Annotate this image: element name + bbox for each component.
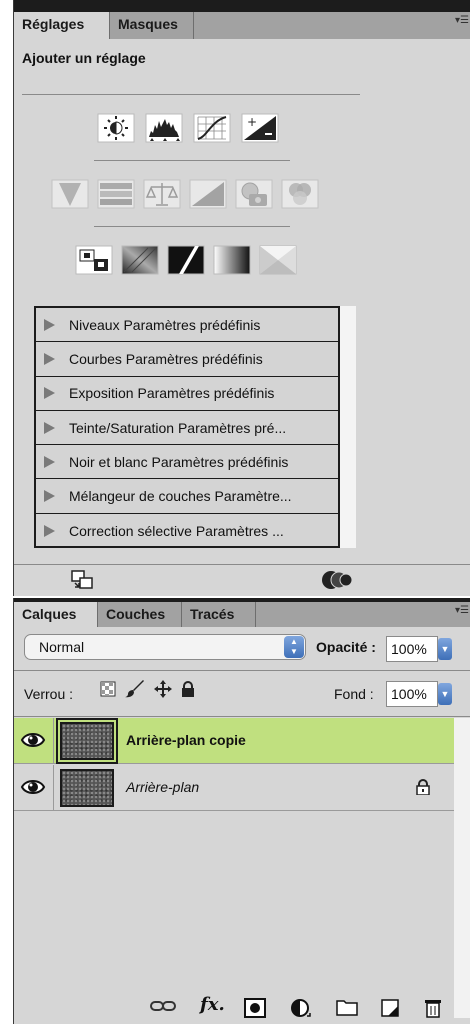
preset-item-noir-blanc[interactable]: Noir et blanc Paramètres prédéfinis: [36, 445, 338, 480]
preset-item-teinte-saturation[interactable]: Teinte/Saturation Paramètres pré...: [36, 411, 338, 446]
eye-visibility-icon[interactable]: [20, 777, 46, 802]
adjustments-tabbar: Réglages Masques ▾☰: [14, 0, 470, 39]
layer-name[interactable]: Arrière-plan copie: [126, 732, 246, 748]
channel-mixer-icon[interactable]: [280, 178, 320, 210]
preset-label: Noir et blanc Paramètres prédéfinis: [69, 453, 289, 470]
threshold-icon[interactable]: [166, 244, 206, 276]
hue-saturation-icon[interactable]: [96, 178, 136, 210]
preset-item-courbes[interactable]: Courbes Paramètres prédéfinis: [36, 342, 338, 377]
opacity-field[interactable]: 100% ▼: [386, 636, 452, 662]
tab-couches[interactable]: Couches: [98, 602, 182, 627]
color-balance-icon[interactable]: [142, 178, 182, 210]
vibrance-icon[interactable]: [50, 178, 90, 210]
delete-layer-trash-icon[interactable]: [424, 998, 442, 1023]
tab-reglages[interactable]: Réglages: [14, 12, 110, 39]
dropdown-arrow-icon[interactable]: ▼: [438, 683, 452, 705]
preset-label: Exposition Paramètres prédéfinis: [69, 385, 275, 402]
lock-position-move-icon[interactable]: [154, 680, 172, 703]
expand-triangle-icon[interactable]: [44, 524, 55, 537]
divider: [14, 670, 470, 671]
dropdown-arrow-icon[interactable]: ▼: [438, 638, 452, 660]
eye-visibility-icon[interactable]: [20, 730, 46, 755]
tab-masques[interactable]: Masques: [110, 12, 194, 39]
panel-menu-icon[interactable]: ▾☰: [455, 605, 469, 616]
adjustments-footer: [14, 564, 470, 596]
layer-row-arriere-plan[interactable]: Arrière-plan: [14, 765, 454, 811]
panel-menu-icon[interactable]: ▾☰: [455, 15, 469, 26]
expand-triangle-icon[interactable]: [44, 455, 55, 468]
clip-to-layer-icon[interactable]: [70, 569, 96, 596]
fill-field[interactable]: 100% ▼: [386, 681, 452, 707]
opacity-value: 100%: [391, 641, 427, 657]
preset-label: Courbes Paramètres prédéfinis: [69, 350, 263, 367]
divider: [22, 94, 360, 95]
adjustments-panel: Réglages Masques ▾☰ Ajouter un réglage +: [13, 0, 470, 596]
expand-triangle-icon[interactable]: [44, 352, 55, 365]
layer-row-arriere-plan-copie[interactable]: Arrière-plan copie: [14, 718, 454, 764]
expand-triangle-icon[interactable]: [44, 318, 55, 331]
layers-scrollbar[interactable]: [454, 718, 470, 1018]
divider: [94, 226, 290, 227]
preset-item-niveaux[interactable]: Niveaux Paramètres prédéfinis: [36, 308, 338, 343]
adjustment-icon-row-1: +: [96, 112, 280, 144]
divider: [14, 716, 470, 717]
add-adjustment-title: Ajouter un réglage: [22, 50, 146, 66]
exposure-icon[interactable]: +: [240, 112, 280, 144]
view-previous-state-icon[interactable]: [320, 569, 354, 596]
lock-all-icon[interactable]: [181, 681, 195, 702]
preset-label: Correction sélective Paramètres ...: [69, 522, 284, 539]
preset-item-melangeur[interactable]: Mélangeur de couches Paramètre...: [36, 479, 338, 514]
divider: [94, 160, 290, 161]
photo-filter-icon[interactable]: [234, 178, 274, 210]
layers-tabbar: Calques Couches Tracés ▾☰: [14, 598, 470, 627]
layer-lock-icon: [416, 779, 430, 800]
adjustment-icon-row-2: [50, 178, 320, 210]
expand-triangle-icon[interactable]: [44, 421, 55, 434]
expand-triangle-icon[interactable]: [44, 387, 55, 400]
layer-thumbnail[interactable]: [60, 769, 114, 807]
new-adjustment-layer-icon[interactable]: [290, 998, 312, 1023]
lock-row: Verrou : Fond : 100% ▼: [14, 678, 470, 714]
presets-list: Niveaux Paramètres prédéfinis Courbes Pa…: [34, 306, 340, 548]
preset-item-correction-selective[interactable]: Correction sélective Paramètres ...: [36, 514, 338, 548]
tab-calques[interactable]: Calques: [14, 602, 98, 627]
link-layers-icon[interactable]: [150, 998, 176, 1019]
black-white-icon[interactable]: [188, 178, 228, 210]
layer-name[interactable]: Arrière-plan: [126, 779, 199, 795]
tab-traces[interactable]: Tracés: [182, 602, 256, 627]
preset-label: Mélangeur de couches Paramètre...: [69, 488, 292, 505]
lock-label: Verrou :: [24, 686, 74, 702]
add-mask-icon[interactable]: [244, 998, 266, 1023]
select-arrows-icon[interactable]: ▲ ▼: [284, 636, 304, 658]
layer-style-fx-icon[interactable]: fx.: [200, 994, 225, 1015]
brightness-contrast-icon[interactable]: [96, 112, 136, 144]
selective-color-icon[interactable]: [258, 244, 298, 276]
layers-panel: Calques Couches Tracés ▾☰ Normal ▲ ▼ Opac…: [13, 598, 470, 1024]
new-layer-icon[interactable]: [380, 998, 402, 1023]
expand-triangle-icon[interactable]: [44, 490, 55, 503]
opacity-label: Opacité :: [316, 639, 376, 655]
layer-thumbnail[interactable]: [56, 718, 118, 764]
layers-footer: fx.: [14, 994, 470, 1024]
blend-mode-select[interactable]: Normal ▲ ▼: [24, 634, 306, 660]
new-group-folder-icon[interactable]: [336, 998, 358, 1021]
lock-pixels-brush-icon[interactable]: [125, 680, 145, 703]
adjustment-icon-row-3: [74, 244, 298, 276]
svg-text:+: +: [247, 115, 257, 129]
blend-mode-value: Normal: [39, 639, 85, 655]
fill-value: 100%: [391, 686, 427, 702]
invert-icon[interactable]: [74, 244, 114, 276]
gradient-map-icon[interactable]: [212, 244, 252, 276]
fill-label: Fond :: [334, 686, 374, 702]
lock-icons: [100, 680, 195, 703]
levels-icon[interactable]: [144, 112, 184, 144]
preset-item-exposition[interactable]: Exposition Paramètres prédéfinis: [36, 377, 338, 411]
preset-label: Teinte/Saturation Paramètres pré...: [69, 419, 287, 436]
lock-transparency-icon[interactable]: [100, 681, 116, 702]
preset-label: Niveaux Paramètres prédéfinis: [69, 316, 261, 333]
curves-icon[interactable]: [192, 112, 232, 144]
presets-scrollbar[interactable]: [340, 306, 356, 548]
posterize-icon[interactable]: [120, 244, 160, 276]
